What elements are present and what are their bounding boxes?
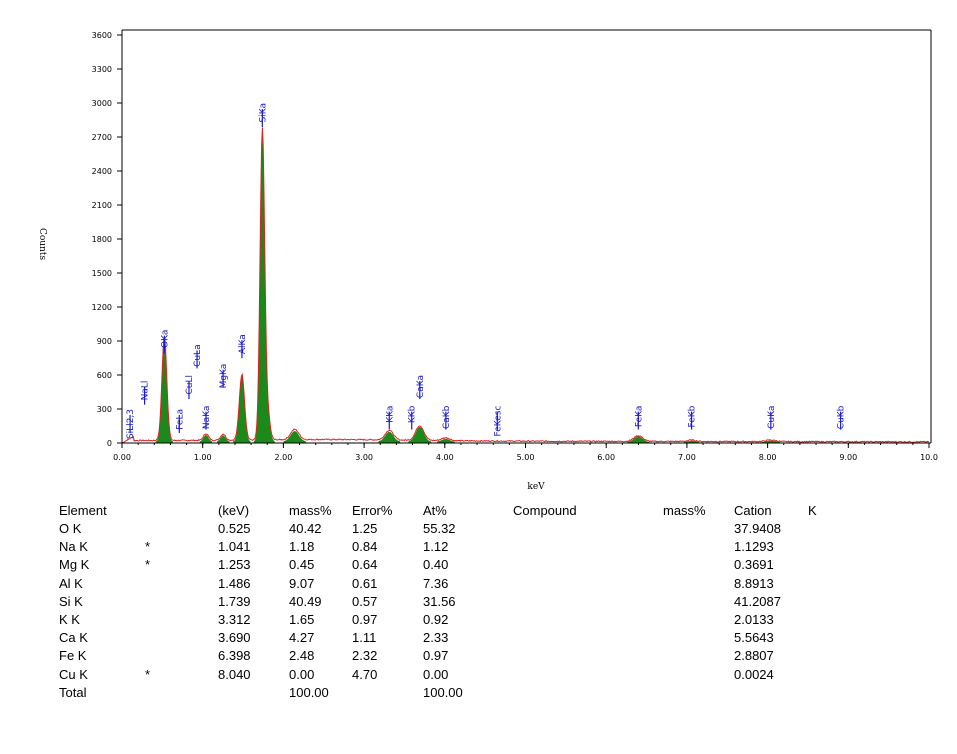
row-1-error: 0.84 — [352, 539, 378, 555]
quantitative-results-table: Element (keV) mass% Error% At% Compound … — [0, 0, 957, 754]
row-8-mass: 0.00 — [289, 666, 315, 682]
row-3-error: 0.61 — [352, 575, 378, 591]
row-7-at: 0.97 — [423, 648, 449, 664]
row-4-mass: 40.49 — [289, 593, 322, 609]
col-header-compound-mass: mass% — [663, 503, 706, 518]
row-3-cation: 8.8913 — [734, 575, 774, 591]
total-at: 100.00 — [423, 684, 463, 700]
row-8-error: 4.70 — [352, 666, 378, 682]
row-0-cation: 37.9408 — [734, 521, 781, 536]
col-header-mass: mass% — [289, 503, 332, 518]
row-8-cation: 0.0024 — [734, 666, 774, 682]
row-5-error: 0.97 — [352, 612, 378, 627]
total-mass: 100.00 — [289, 684, 329, 700]
row-0-mass: 40.42 — [289, 521, 322, 536]
row-7-element: Fe K — [59, 648, 87, 664]
col-header-error: Error% — [352, 503, 393, 518]
row-0-element: O K — [59, 521, 82, 536]
row-6-at: 2.33 — [423, 630, 449, 646]
row-6-element: Ca K — [59, 630, 88, 646]
row-8-at: 0.00 — [423, 666, 449, 682]
row-4-cation: 41.2087 — [734, 593, 781, 609]
col-header-element: Element — [59, 503, 107, 518]
row-4-error: 0.57 — [352, 593, 378, 609]
row-2-element: Mg K — [59, 557, 90, 573]
row-7-kev: 6.398 — [218, 648, 251, 664]
row-4-at: 31.56 — [423, 593, 456, 609]
col-header-cation: Cation — [734, 503, 772, 518]
row-6-kev: 3.690 — [218, 630, 251, 646]
row-3-mass: 9.07 — [289, 575, 315, 591]
row-1-mass: 1.18 — [289, 539, 315, 555]
row-8-element: Cu K — [59, 666, 88, 682]
row-6-error: 1.11 — [352, 630, 377, 646]
row-2-kev: 1.253 — [218, 557, 251, 573]
row-5-cation: 2.0133 — [734, 612, 774, 627]
row-0-error: 1.25 — [352, 521, 378, 536]
row-6-mass: 4.27 — [289, 630, 315, 646]
row-1-flag: * — [145, 539, 151, 555]
row-5-element: K K — [59, 612, 80, 627]
col-header-at: At% — [423, 503, 447, 518]
row-2-flag: * — [145, 557, 151, 573]
col-header-k: K — [808, 503, 817, 518]
row-7-cation: 2.8807 — [734, 648, 774, 664]
row-2-error: 0.64 — [352, 557, 378, 573]
row-1-kev: 1.041 — [218, 539, 251, 555]
row-5-kev: 3.312 — [218, 612, 251, 627]
row-2-at: 0.40 — [423, 557, 449, 573]
row-2-mass: 0.45 — [289, 557, 315, 573]
row-5-at: 0.92 — [423, 612, 449, 627]
row-0-kev: 0.525 — [218, 521, 251, 536]
row-7-error: 2.32 — [352, 648, 378, 664]
row-3-at: 7.36 — [423, 575, 449, 591]
row-0-at: 55.32 — [423, 521, 456, 536]
row-2-cation: 0.3691 — [734, 557, 774, 573]
row-3-kev: 1.486 — [218, 575, 251, 591]
col-header-kev: (keV) — [218, 503, 250, 518]
row-3-element: Al K — [59, 575, 83, 591]
total-element: Total — [59, 684, 87, 700]
row-7-mass: 2.48 — [289, 648, 315, 664]
row-5-mass: 1.65 — [289, 612, 315, 627]
col-header-compound: Compound — [513, 503, 577, 518]
row-4-kev: 1.739 — [218, 593, 251, 609]
row-1-element: Na K — [59, 539, 88, 555]
row-4-element: Si K — [59, 593, 83, 609]
row-8-flag: * — [145, 666, 151, 682]
row-1-at: 1.12 — [423, 539, 449, 555]
row-8-kev: 8.040 — [218, 666, 251, 682]
row-6-cation: 5.5643 — [734, 630, 774, 646]
row-1-cation: 1.1293 — [734, 539, 774, 555]
